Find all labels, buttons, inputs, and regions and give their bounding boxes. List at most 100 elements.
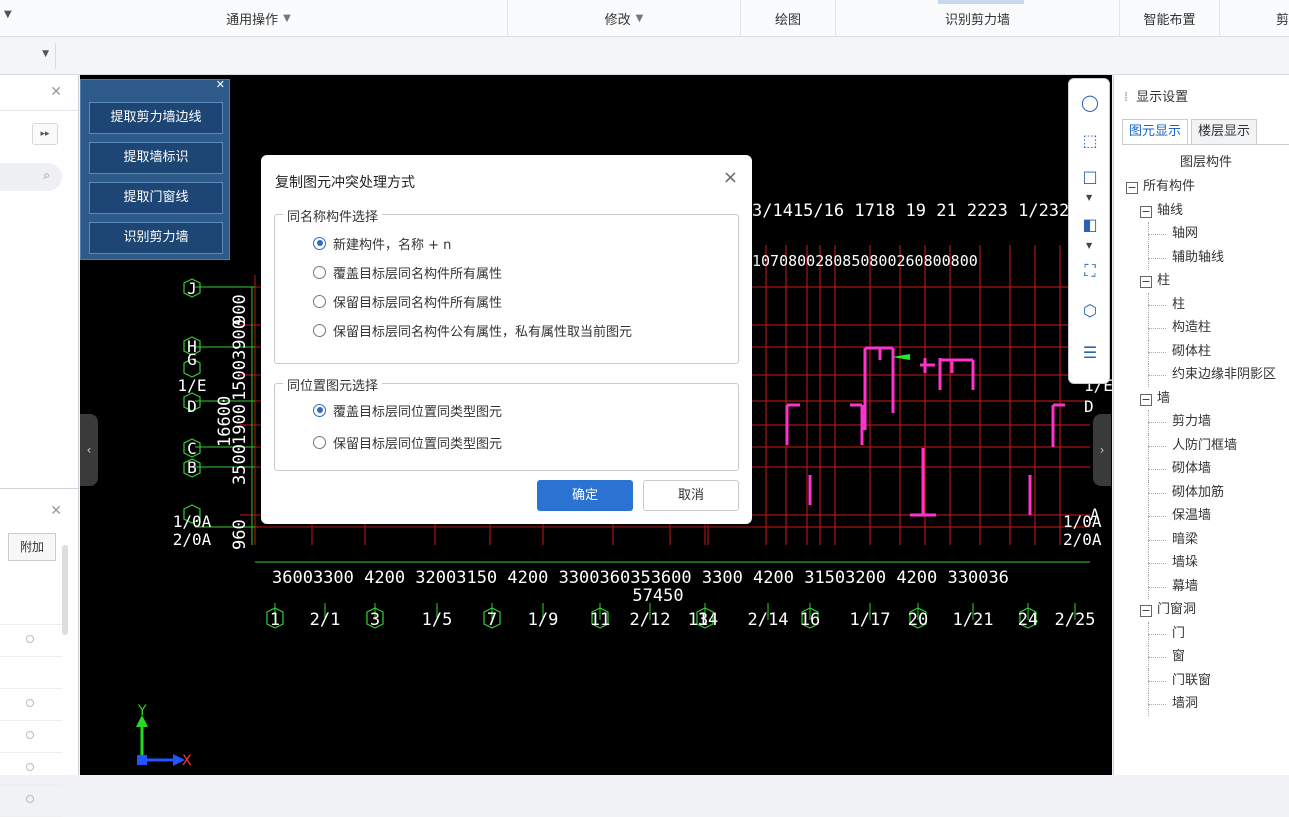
collapse-toggle-icon[interactable]: − xyxy=(1140,605,1152,617)
close-icon[interactable]: ✕ xyxy=(50,84,62,100)
tree-item[interactable]: − 柱 xyxy=(1122,269,1289,293)
zoom-extents-icon[interactable]: ⛶ xyxy=(1078,259,1102,283)
tree-item[interactable]: 门联窗 xyxy=(1122,668,1289,693)
layer-view-icon[interactable]: ☰ xyxy=(1078,341,1102,365)
tree-item[interactable]: 砌体柱 xyxy=(1122,339,1289,364)
ribbon-group-draw[interactable]: 绘图 xyxy=(741,0,836,37)
top-axis-labels: 3/1415/16 1718 19 21 2223 1/2325 xyxy=(752,201,1080,221)
tree-item[interactable]: − 墙 xyxy=(1122,387,1289,411)
extract-wall-edge-button[interactable]: 提取剪力墙边线 xyxy=(89,102,223,134)
identify-shear-wall-button[interactable]: 识别剪力墙 xyxy=(89,222,223,254)
extract-door-window-button[interactable]: 提取门窗线 xyxy=(89,182,223,214)
tree-item[interactable]: 窗 xyxy=(1122,645,1289,669)
radio-selected-icon[interactable] xyxy=(313,403,326,417)
property-row[interactable] xyxy=(0,753,62,785)
radio-dot-icon[interactable] xyxy=(26,795,34,803)
close-icon[interactable]: × xyxy=(723,167,738,188)
tree-item[interactable]: − 门窗洞 xyxy=(1122,598,1289,622)
tree-item[interactable]: 人防门框墙 xyxy=(1122,433,1289,458)
collapse-toggle-icon[interactable]: − xyxy=(1140,205,1152,218)
orbit-icon[interactable]: ◯ xyxy=(1078,91,1102,115)
vertical-dimensions: 900 3900 1500 1900 3500 16600 960 xyxy=(215,294,250,550)
tree-item[interactable]: 幕墙 xyxy=(1122,574,1289,599)
radio-option[interactable]: 新建构件，名称 + n xyxy=(313,233,451,253)
tab-element-display[interactable]: 图元显示 xyxy=(1122,119,1189,145)
collapse-right-handle[interactable]: › xyxy=(1093,414,1111,486)
radio-dot-icon[interactable] xyxy=(26,699,34,707)
radio-option[interactable]: 保留目标层同位置同类型图元 xyxy=(313,432,502,452)
tree-item[interactable]: 保温墙 xyxy=(1122,504,1289,528)
axis-label: J xyxy=(187,279,197,298)
tree-item[interactable]: 柱 xyxy=(1122,292,1289,317)
column-header: 图层构件 xyxy=(1179,155,1232,170)
tree-item[interactable]: − 所有构件 xyxy=(1122,175,1289,199)
tree-connector xyxy=(1148,422,1166,423)
tree-item[interactable]: 砌体墙 xyxy=(1122,457,1289,481)
ribbon-group-general-ops[interactable]: 通用操作 ▼ xyxy=(10,0,508,37)
tree-item[interactable]: 约束边缘非阴影区 xyxy=(1122,363,1289,387)
radio-option[interactable]: 覆盖目标层同位置同类型图元 xyxy=(313,400,502,420)
radio-option[interactable]: 保留目标层同名构件公有属性，私有属性取当前图元 xyxy=(313,320,632,340)
svg-text:2/12: 2/12 xyxy=(630,610,671,630)
cube-wire-icon[interactable]: □ xyxy=(1078,165,1102,189)
tree-item[interactable]: 砌体加筋 xyxy=(1122,480,1289,505)
tree-item[interactable]: 轴网 xyxy=(1122,222,1289,246)
close-icon[interactable]: ✕ xyxy=(216,78,225,91)
tree-item[interactable]: 墙洞 xyxy=(1122,692,1289,716)
radio-icon[interactable] xyxy=(313,323,326,337)
expand-icon[interactable]: ▸▸ xyxy=(32,123,58,145)
svg-text:20: 20 xyxy=(908,610,928,630)
property-row[interactable] xyxy=(0,625,62,657)
collapse-toggle-icon[interactable]: − xyxy=(1126,182,1138,194)
ribbon-group-label: 通用操作 xyxy=(226,13,279,28)
property-row[interactable] xyxy=(0,689,62,721)
ribbon-group-smart-layout[interactable]: 智能布置 xyxy=(1120,0,1220,37)
tree-item[interactable]: 剪力墙 xyxy=(1122,410,1289,434)
chevron-down-icon[interactable]: ▼ xyxy=(1086,241,1092,250)
scrollbar[interactable] xyxy=(62,545,68,635)
bottom-total-dim: 57450 xyxy=(632,586,683,606)
collapse-toggle-icon[interactable]: − xyxy=(1140,276,1152,288)
radio-option[interactable]: 覆盖目标层同名构件所有属性 xyxy=(313,262,502,282)
layer-tree: − 所有构件 − 轴线 轴网 辅助轴线 − 柱柱构造柱 砌体柱 约束边缘非阴影区 − 墙剪力墙 人防门框… xyxy=(1122,175,1289,716)
ok-button[interactable]: 确定 xyxy=(537,480,633,511)
radio-icon[interactable] xyxy=(313,435,326,449)
cube-solid-icon[interactable]: ◧ xyxy=(1078,213,1102,237)
search-input[interactable]: ⌕ xyxy=(0,163,62,191)
radio-dot-icon[interactable] xyxy=(26,635,34,643)
radio-icon[interactable] xyxy=(313,294,326,308)
tree-item[interactable]: 构造柱 xyxy=(1122,316,1289,340)
close-icon[interactable]: ✕ xyxy=(50,503,62,519)
axis-label: 1/0A xyxy=(173,512,212,531)
ribbon-group-identify-shear-wall[interactable]: 识别剪力墙 xyxy=(836,0,1120,37)
tab-floor-display[interactable]: 楼层显示 xyxy=(1191,119,1258,145)
isolate-icon[interactable]: ⬡ xyxy=(1078,299,1102,323)
ribbon-group-modify[interactable]: 修改 ▼ xyxy=(508,0,741,37)
collapse-toggle-icon[interactable]: − xyxy=(1140,393,1152,406)
property-rows xyxy=(0,593,62,817)
tree-item[interactable]: 辅助轴线 xyxy=(1122,245,1289,270)
floor-dropdown[interactable]: ▼ xyxy=(0,43,56,69)
ribbon-group-cut[interactable]: 剪 xyxy=(1220,0,1289,37)
radio-icon[interactable] xyxy=(313,265,326,279)
property-row[interactable] xyxy=(0,593,62,625)
tree-item[interactable]: − 轴线 xyxy=(1122,199,1289,223)
property-row[interactable] xyxy=(0,721,62,753)
radio-option[interactable]: 保留目标层同名构件所有属性 xyxy=(313,291,502,311)
tree-connector xyxy=(1148,692,1149,716)
tree-item[interactable]: 墙垛 xyxy=(1122,551,1289,575)
chevron-down-icon[interactable]: ▼ xyxy=(1086,193,1092,202)
radio-selected-icon[interactable] xyxy=(313,236,326,250)
cancel-button[interactable]: 取消 xyxy=(643,480,739,511)
property-row[interactable] xyxy=(0,657,62,689)
collapse-left-handle[interactable]: ‹ xyxy=(80,414,98,486)
extract-wall-label-button[interactable]: 提取墙标识 xyxy=(89,142,223,174)
radio-dot-icon[interactable] xyxy=(26,731,34,739)
tree-item[interactable]: 暗梁 xyxy=(1122,527,1289,552)
tree-item[interactable]: 门 xyxy=(1122,621,1289,646)
3d-view-icon[interactable]: ⬚ xyxy=(1078,129,1102,153)
drag-handle-icon[interactable]: ⁞ xyxy=(1124,90,1128,105)
attach-tab[interactable]: 附加 xyxy=(8,533,56,561)
property-row[interactable] xyxy=(0,785,62,817)
radio-dot-icon[interactable] xyxy=(26,763,34,771)
